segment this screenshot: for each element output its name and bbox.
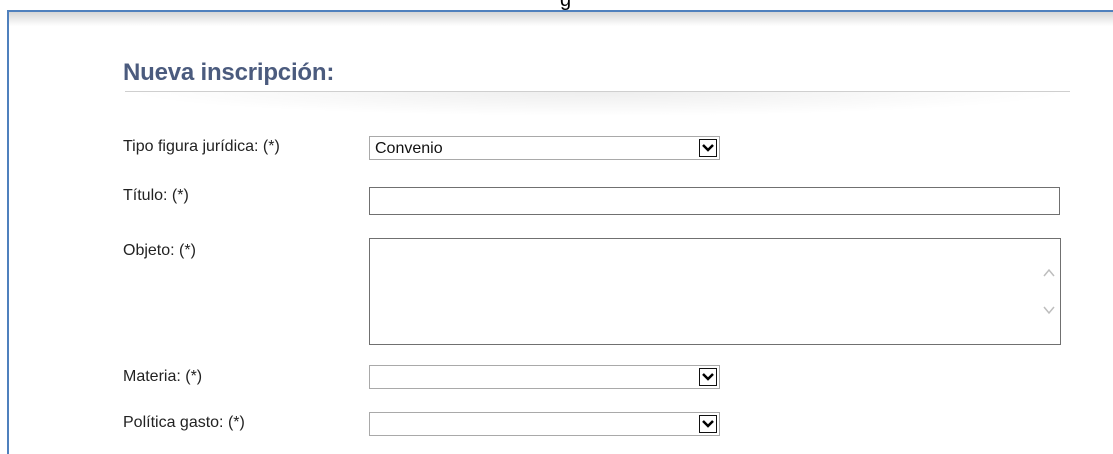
politica-gasto-select[interactable] <box>369 412 720 436</box>
form-panel: Nueva inscripción: Tipo figura jurídica:… <box>7 10 1113 454</box>
chevron-down-icon[interactable] <box>699 139 717 157</box>
titulo-label: Título: (*) <box>123 187 189 204</box>
titulo-input[interactable] <box>369 187 1060 215</box>
objeto-label: Objeto: (*) <box>123 242 196 259</box>
tipo-figura-select[interactable]: Convenio <box>369 136 720 160</box>
caption-fragment: g <box>560 0 572 11</box>
objeto-textarea[interactable] <box>369 238 1061 345</box>
chevron-down-icon[interactable] <box>699 368 717 386</box>
materia-select[interactable] <box>369 365 720 389</box>
panel-top-shade <box>9 12 1113 26</box>
tipo-figura-label: Tipo figura jurídica: (*) <box>123 138 280 155</box>
chevron-up-icon[interactable] <box>1041 265 1057 281</box>
page-title: Nueva inscripción: <box>123 59 335 86</box>
chevron-down-icon[interactable] <box>699 415 717 433</box>
chevron-down-icon[interactable] <box>1041 302 1057 318</box>
politica-gasto-label: Política gasto: (*) <box>123 414 245 431</box>
tipo-figura-value: Convenio <box>375 140 443 157</box>
title-divider <box>125 91 1070 119</box>
materia-label: Materia: (*) <box>123 368 203 385</box>
